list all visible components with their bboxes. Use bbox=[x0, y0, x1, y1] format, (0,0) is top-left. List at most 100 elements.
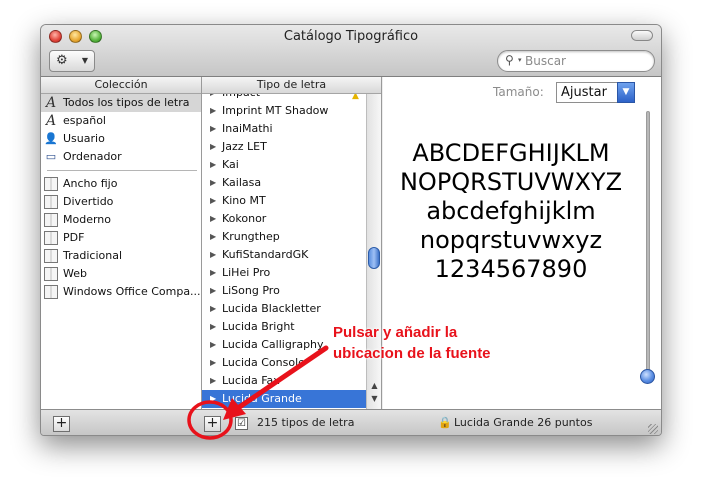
collection-group-ancho-fijo[interactable]: Ancho fijo bbox=[41, 175, 201, 193]
disclosure-triangle-icon[interactable]: ▶ bbox=[210, 390, 216, 408]
font-list-item[interactable]: ▶ Lucida Blackletter bbox=[202, 300, 366, 318]
book-icon bbox=[44, 231, 58, 245]
preview-line-uppercase-2: NOPQRSTUVWXYZ bbox=[399, 168, 623, 196]
font-count: 215 tipos de letra bbox=[257, 416, 355, 429]
lock-icon: 🔒 bbox=[438, 416, 452, 429]
font-name: Impact bbox=[222, 94, 260, 99]
collection-item-all-fonts[interactable]: A Todos los tipos de letra bbox=[41, 94, 201, 112]
book-icon bbox=[44, 285, 58, 299]
scrollbar-thumb[interactable] bbox=[368, 247, 380, 269]
disclosure-triangle-icon[interactable]: ▶ bbox=[210, 336, 216, 354]
disclosure-triangle-icon[interactable]: ▶ bbox=[210, 318, 216, 336]
collection-item-label: Web bbox=[63, 267, 87, 280]
bottom-bar: + + ☑ 215 tipos de letra 🔒 Lucida Grande… bbox=[41, 409, 661, 435]
font-list-item[interactable]: ▶ Impact ▲ bbox=[202, 94, 366, 102]
gear-icon: ⚙ bbox=[56, 53, 68, 68]
font-a-icon: A bbox=[45, 95, 57, 111]
font-name: Lucida Console bbox=[222, 356, 305, 369]
font-list-item[interactable]: ▶ Imprint MT Shadow bbox=[202, 102, 366, 120]
font-list-item[interactable]: ▶ Kai bbox=[202, 156, 366, 174]
annotation-line-2: ubicacion de la fuente bbox=[333, 345, 491, 362]
font-list-item[interactable]: ▶ Lucida Grande bbox=[202, 390, 366, 408]
disclosure-triangle-icon[interactable]: ▶ bbox=[210, 354, 216, 372]
disclosure-triangle-icon[interactable]: ▶ bbox=[210, 174, 216, 192]
collection-divider bbox=[47, 170, 197, 171]
scroll-down-arrow[interactable]: ▼ bbox=[369, 394, 380, 403]
font-list-item[interactable]: ▶ Jazz LET bbox=[202, 138, 366, 156]
disclosure-triangle-icon[interactable]: ▶ bbox=[210, 300, 216, 318]
disclosure-triangle-icon[interactable]: ▶ bbox=[210, 102, 216, 120]
size-value: Ajustar bbox=[561, 85, 607, 100]
collection-item-usuario[interactable]: 👤 Usuario bbox=[41, 130, 201, 148]
font-list-item[interactable]: ▶ KufiStandardGK bbox=[202, 246, 366, 264]
scroll-up-arrow[interactable]: ▲ bbox=[369, 381, 380, 390]
font-name: Imprint MT Shadow bbox=[222, 104, 329, 117]
collection-group-web[interactable]: Web bbox=[41, 265, 201, 283]
font-name: Lucida Calligraphy bbox=[222, 338, 324, 351]
disclosure-triangle-icon[interactable]: ▶ bbox=[210, 138, 216, 156]
font-list-item[interactable]: ▶ Kokonor bbox=[202, 210, 366, 228]
book-icon bbox=[44, 195, 58, 209]
add-collection-button[interactable]: + bbox=[53, 416, 70, 432]
size-slider-knob[interactable] bbox=[640, 369, 655, 384]
collection-group-divertido[interactable]: Divertido bbox=[41, 193, 201, 211]
collection-item-label: Divertido bbox=[63, 195, 114, 208]
collection-item-label: Tradicional bbox=[63, 249, 123, 262]
search-icon: ⚲ bbox=[505, 53, 514, 67]
toolbar-toggle-button[interactable] bbox=[631, 30, 653, 41]
font-list-item[interactable]: ▶ Kailasa bbox=[202, 174, 366, 192]
disclosure-triangle-icon[interactable]: ▶ bbox=[210, 264, 216, 282]
font-list-item[interactable]: ▶ InaiMathi bbox=[202, 120, 366, 138]
size-slider-track[interactable] bbox=[646, 111, 650, 379]
font-name: LiHei Pro bbox=[222, 266, 271, 279]
add-font-button[interactable]: + bbox=[204, 416, 221, 432]
font-name: Lucida Bright bbox=[222, 320, 295, 333]
book-icon bbox=[44, 177, 58, 191]
user-icon: 👤 bbox=[44, 132, 58, 145]
collection-item-ordenador[interactable]: ▭ Ordenador bbox=[41, 148, 201, 166]
collection-item-label: Moderno bbox=[63, 213, 112, 226]
preview-line-digits: 1234567890 bbox=[434, 255, 588, 283]
collection-item-espanol[interactable]: A español bbox=[41, 112, 201, 130]
font-name: Lucida Blackletter bbox=[222, 302, 321, 315]
collection-group-tradicional[interactable]: Tradicional bbox=[41, 247, 201, 265]
font-list-item[interactable]: ▶ LiHei Pro bbox=[202, 264, 366, 282]
collection-item-label: Windows Office Compa... bbox=[63, 285, 201, 298]
collection-group-moderno[interactable]: Moderno bbox=[41, 211, 201, 229]
chevron-down-icon: ▾ bbox=[518, 56, 522, 64]
chevron-down-icon: ▼ bbox=[617, 82, 635, 103]
search-field[interactable]: ⚲ ▾ bbox=[497, 50, 655, 72]
disclosure-triangle-icon[interactable]: ▶ bbox=[210, 210, 216, 228]
book-icon bbox=[44, 249, 58, 263]
disclosure-triangle-icon[interactable]: ▶ bbox=[210, 120, 216, 138]
collection-item-label: Ancho fijo bbox=[63, 177, 118, 190]
book-icon bbox=[44, 213, 58, 227]
disclosure-triangle-icon[interactable]: ▶ bbox=[210, 156, 216, 174]
disclosure-triangle-icon[interactable]: ▶ bbox=[210, 192, 216, 210]
status-text: Lucida Grande 26 puntos bbox=[454, 416, 593, 429]
disclosure-triangle-icon[interactable]: ▶ bbox=[210, 246, 216, 264]
enable-font-checkbox[interactable]: ☑ bbox=[235, 417, 248, 430]
collection-group-windows-office[interactable]: Windows Office Compa... bbox=[41, 283, 201, 301]
window-title: Catálogo Tipográfico bbox=[283, 29, 419, 44]
collection-item-label: Usuario bbox=[63, 132, 105, 145]
font-name: KufiStandardGK bbox=[222, 248, 309, 261]
disclosure-triangle-icon[interactable]: ▶ bbox=[210, 372, 216, 390]
font-list-item[interactable]: ▶ LiSong Pro bbox=[202, 282, 366, 300]
disclosure-triangle-icon[interactable]: ▶ bbox=[210, 282, 216, 300]
font-list-item[interactable]: ▶ Kino MT bbox=[202, 192, 366, 210]
font-list-item[interactable]: ▶ Krungthep bbox=[202, 228, 366, 246]
font-name: Kino MT bbox=[222, 194, 266, 207]
disclosure-triangle-icon[interactable]: ▶ bbox=[210, 94, 216, 102]
collection-group-pdf[interactable]: PDF bbox=[41, 229, 201, 247]
collection-item-label: Todos los tipos de letra bbox=[63, 96, 190, 109]
size-select[interactable]: Ajustar ▼ bbox=[556, 82, 635, 103]
font-book-window: Catálogo Tipográfico ⚙ ▼ ⚲ ▾ Colección A… bbox=[40, 24, 662, 436]
disclosure-triangle-icon[interactable]: ▶ bbox=[210, 228, 216, 246]
font-name: LiSong Pro bbox=[222, 284, 280, 297]
action-menu-button[interactable]: ⚙ ▼ bbox=[49, 50, 95, 72]
resize-grip[interactable] bbox=[648, 424, 658, 434]
search-input[interactable] bbox=[525, 53, 647, 69]
book-icon bbox=[44, 267, 58, 281]
font-list-item[interactable]: ▶ Lucida Fax bbox=[202, 372, 366, 390]
